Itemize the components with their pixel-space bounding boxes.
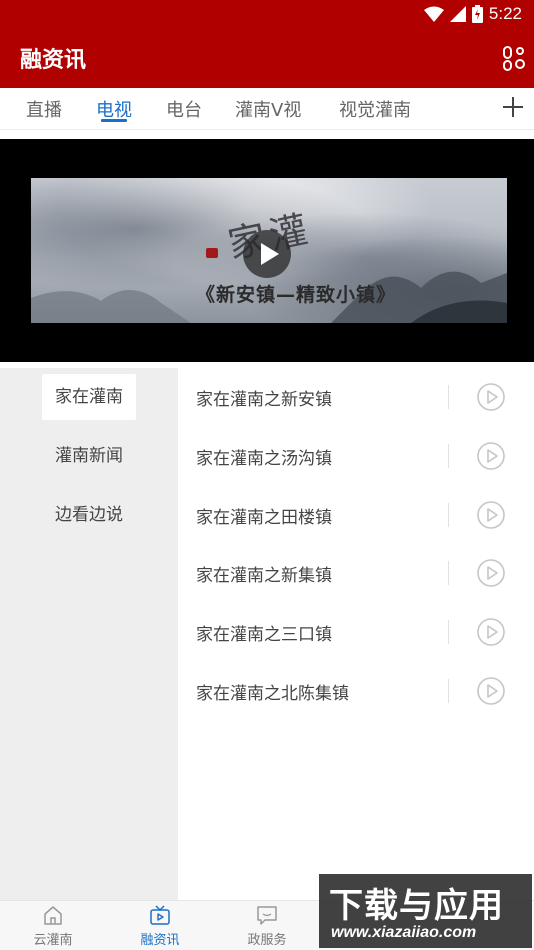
- status-time: 5:22: [488, 4, 522, 23]
- program-title: 家在灌南之田楼镇: [196, 508, 332, 528]
- nav-label: 融资讯: [140, 933, 180, 948]
- app-bar: 融资讯: [0, 28, 534, 88]
- divider: [448, 679, 449, 703]
- seal-mark: [206, 248, 218, 258]
- program-title: 家在灌南之汤沟镇: [196, 449, 332, 469]
- divider: [448, 620, 449, 644]
- program-title: 家在灌南之三口镇: [196, 625, 332, 645]
- divider: [448, 561, 449, 585]
- signal-icon: [449, 6, 466, 22]
- tv-icon: [150, 905, 170, 925]
- list-item[interactable]: 家在灌南之新安镇: [178, 368, 534, 426]
- play-circle-icon[interactable]: [476, 441, 506, 471]
- settings-icon[interactable]: [502, 44, 526, 72]
- list-item[interactable]: 家在灌南之北陈集镇: [178, 662, 534, 720]
- play-circle-icon[interactable]: [476, 558, 506, 588]
- sidebar-item-guannan-news[interactable]: 灌南新闻: [42, 433, 136, 479]
- divider: [448, 503, 449, 527]
- chat-icon: [257, 906, 277, 925]
- tab-radio[interactable]: 电台: [166, 96, 202, 122]
- nav-label: 政服务: [247, 933, 287, 948]
- list-item[interactable]: 家在灌南之新集镇: [178, 544, 534, 602]
- program-title: 家在灌南之新安镇: [196, 390, 332, 410]
- video-thumbnail: 家灌 《新安镇—精致小镇》: [31, 178, 507, 323]
- battery-charging-icon: [471, 5, 483, 23]
- play-circle-icon[interactable]: [476, 617, 506, 647]
- watermark-text: 下载与应用: [329, 886, 504, 926]
- play-circle-icon[interactable]: [476, 382, 506, 412]
- watermark-logo: 下载与应用 www.xiazaiiao.com: [319, 874, 532, 948]
- tab-live[interactable]: 直播: [26, 96, 62, 122]
- video-player[interactable]: 家灌 《新安镇—精致小镇》: [0, 139, 534, 362]
- tab-guannan-v[interactable]: 灌南V视: [235, 96, 301, 122]
- page-title: 融资讯: [20, 48, 87, 73]
- tab-visual-guannan[interactable]: 视觉灌南: [339, 96, 411, 122]
- list-item[interactable]: 家在灌南之汤沟镇: [178, 427, 534, 485]
- sidebar-item-home-guannan[interactable]: 家在灌南: [42, 374, 136, 420]
- status-bar: 5:22: [0, 0, 534, 28]
- tab-active-indicator: [101, 119, 127, 122]
- program-title: 家在灌南之北陈集镇: [196, 684, 349, 704]
- video-subtitle: 《新安镇—精致小镇》: [196, 284, 397, 306]
- status-icons: 5:22: [423, 4, 522, 24]
- list-item[interactable]: 家在灌南之三口镇: [178, 603, 534, 661]
- program-title: 家在灌南之新集镇: [196, 566, 332, 586]
- play-circle-icon[interactable]: [476, 500, 506, 530]
- nav-item-rong-news[interactable]: 融资讯: [120, 901, 200, 950]
- home-icon: [44, 906, 62, 925]
- watermark-url: www.xiazaiiao.com: [331, 924, 477, 941]
- category-sidebar: 家在灌南 灌南新闻 边看边说: [0, 368, 178, 900]
- nav-item-gov-service[interactable]: 政服务: [227, 901, 307, 950]
- divider: [448, 444, 449, 468]
- nav-label: 云灌南: [33, 933, 73, 948]
- play-button[interactable]: [243, 230, 291, 278]
- program-list: 家在灌南之新安镇 家在灌南之汤沟镇 家在灌南之田楼镇 家在灌南之新集镇 家在灌南…: [178, 368, 534, 900]
- sidebar-item-watch-and-talk[interactable]: 边看边说: [42, 492, 136, 538]
- list-item[interactable]: 家在灌南之田楼镇: [178, 486, 534, 544]
- play-circle-icon[interactable]: [476, 676, 506, 706]
- divider: [448, 385, 449, 409]
- nav-item-cloud-guannan[interactable]: 云灌南: [13, 901, 93, 950]
- tab-bar: 直播 电视 电台 灌南V视 视觉灌南: [0, 88, 534, 130]
- plus-icon[interactable]: [500, 94, 526, 120]
- wifi-icon: [423, 6, 444, 22]
- play-icon: [261, 243, 279, 265]
